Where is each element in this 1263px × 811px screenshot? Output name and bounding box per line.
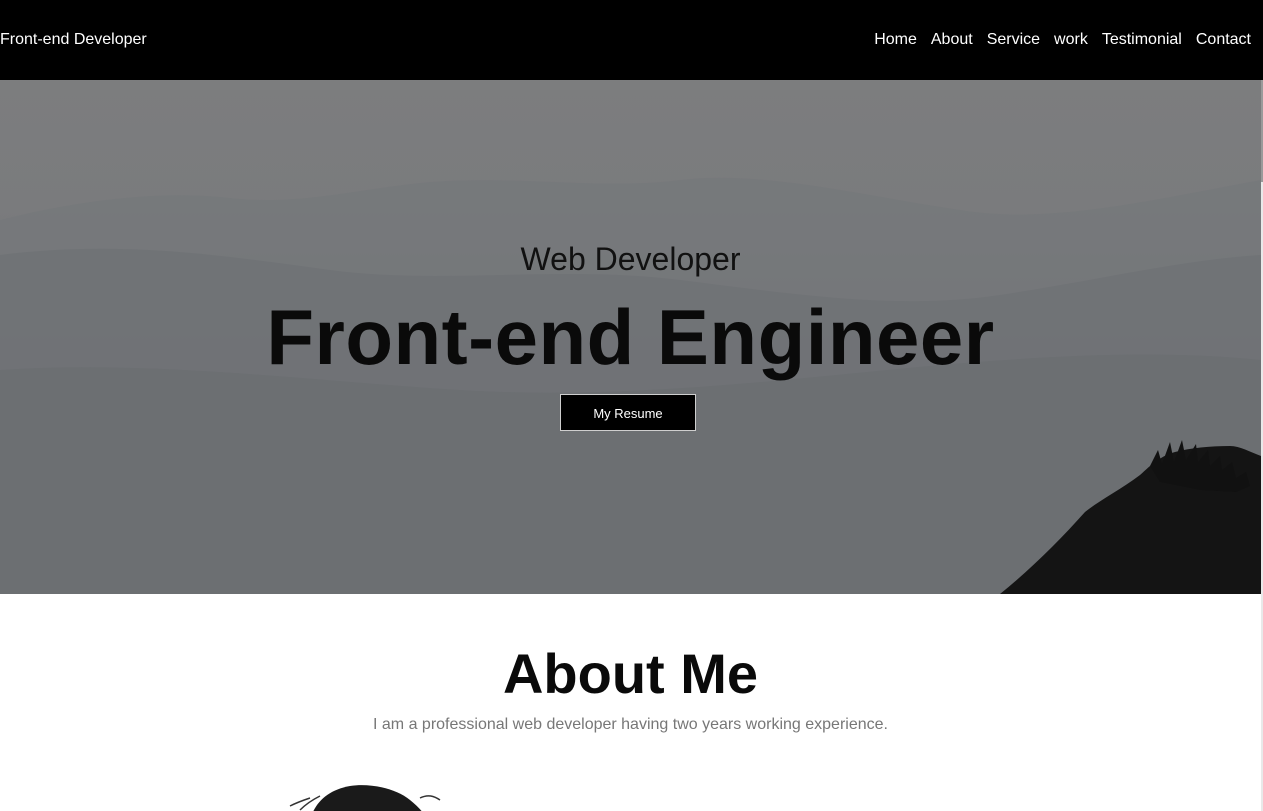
nav-link-about[interactable]: About — [931, 30, 973, 50]
nav-link-contact[interactable]: Contact — [1196, 30, 1251, 50]
page: Front-end Developer Home About Service w… — [0, 0, 1263, 811]
nav-link-service[interactable]: Service — [987, 30, 1040, 50]
avatar-photo — [270, 780, 450, 811]
nav-link-home[interactable]: Home — [874, 30, 917, 50]
navbar: Front-end Developer Home About Service w… — [0, 0, 1263, 80]
brand-logo[interactable]: Front-end Developer — [0, 30, 147, 50]
hero-subtitle: Web Developer — [520, 241, 741, 277]
nav-link-work[interactable]: work — [1054, 30, 1088, 50]
resume-button[interactable]: My Resume — [560, 394, 696, 431]
nav-link-testimonial[interactable]: Testimonial — [1102, 30, 1182, 50]
about-text: I am a professional web developer having… — [373, 716, 888, 733]
hero-section: Web Developer Front-end Engineer My Resu… — [0, 80, 1261, 594]
hero-title: Front-end Engineer — [266, 293, 995, 381]
about-title: About Me — [502, 642, 759, 705]
nav-links: Home About Service work Testimonial Cont… — [874, 30, 1251, 50]
